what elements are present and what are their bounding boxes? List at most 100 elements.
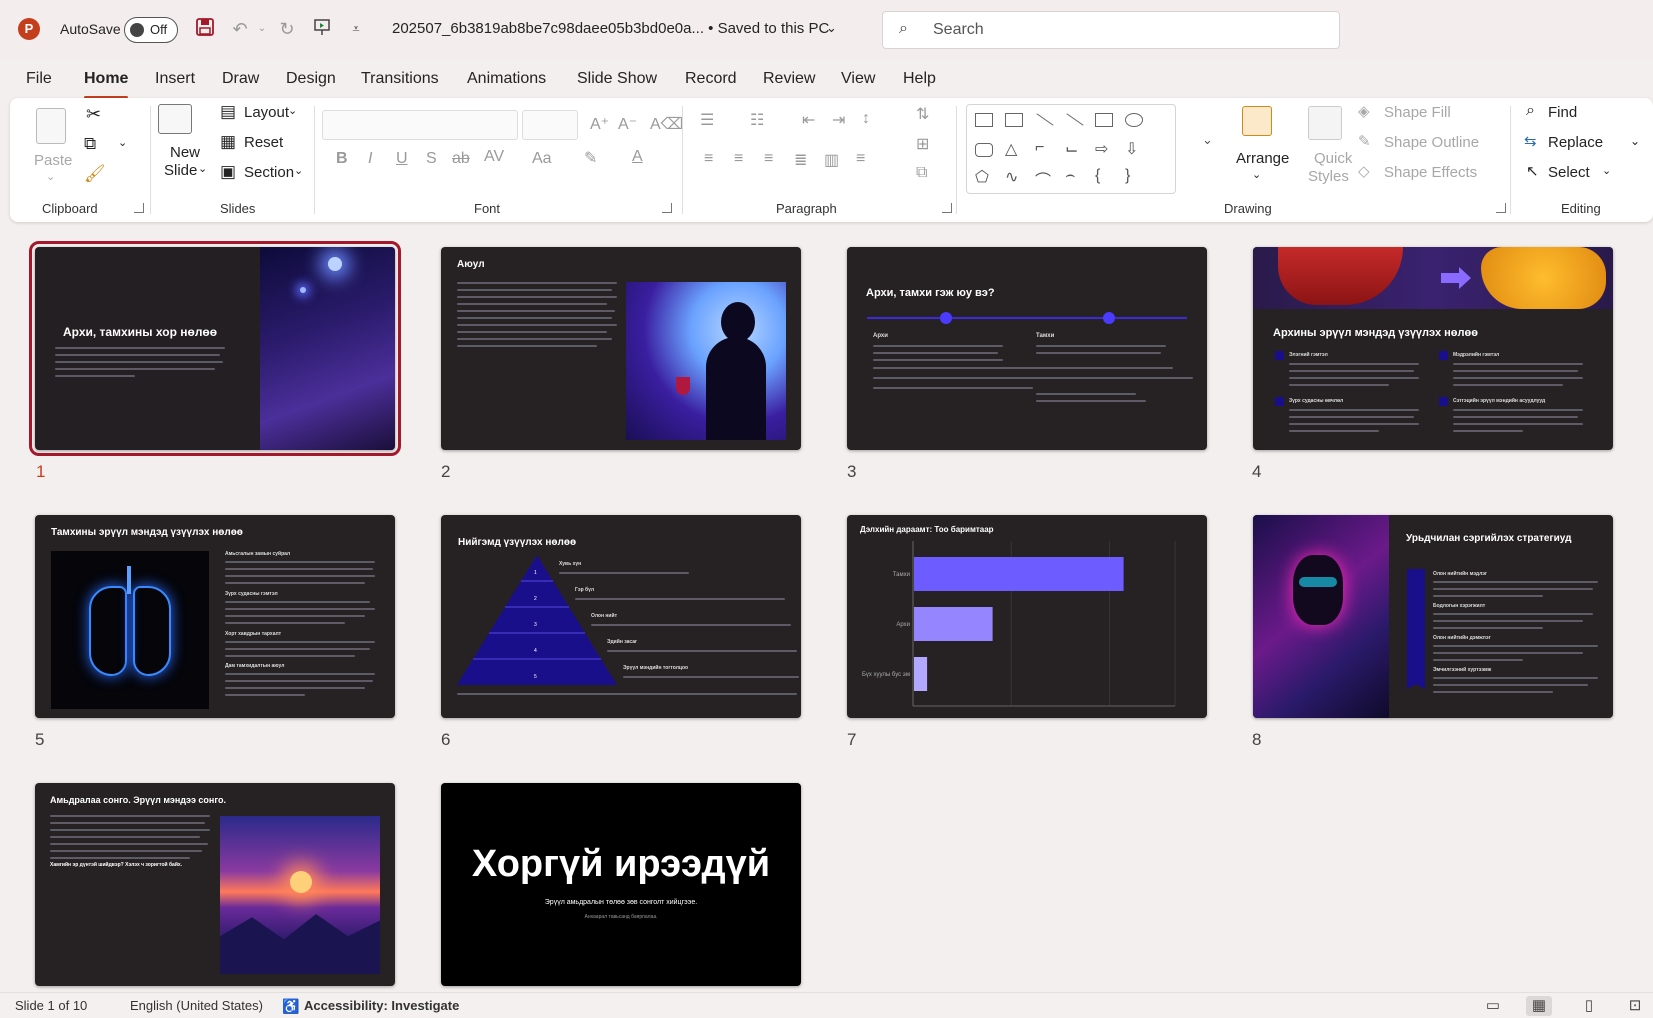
new-slide-icon[interactable] xyxy=(158,104,192,134)
italic-button[interactable]: I xyxy=(368,150,372,168)
tab-design[interactable]: Design xyxy=(286,70,336,88)
reset-button[interactable]: Reset xyxy=(244,134,283,151)
increase-indent-icon[interactable]: ⇥ xyxy=(832,110,845,130)
shape-effects-button[interactable]: Shape Effects xyxy=(1384,164,1477,181)
align-right-icon[interactable]: ≡ xyxy=(764,150,773,168)
slide-thumbnail-1[interactable]: Архи, тамхины хор нөлөө xyxy=(29,241,401,456)
tab-help[interactable]: Help xyxy=(903,70,936,88)
select-dropdown-icon[interactable]: ⌄ xyxy=(1602,164,1611,177)
section-dropdown-icon[interactable]: ⌄ xyxy=(294,164,303,177)
slide-thumbnail-9[interactable]: Амьдралаа сонго. Эрүүл мэндээ сонго. Хам… xyxy=(35,783,395,986)
clipboard-launcher-icon[interactable] xyxy=(134,203,144,213)
accessibility-icon[interactable]: ♿ xyxy=(282,998,299,1015)
new-slide-label-1[interactable]: New xyxy=(170,144,200,161)
undo-dropdown-icon[interactable]: ⌄ xyxy=(250,17,274,41)
select-button[interactable]: Select xyxy=(1548,164,1590,181)
text-direction-icon[interactable]: ⇅ xyxy=(916,104,929,124)
shapes-more-icon[interactable]: ⌄ xyxy=(1202,132,1213,148)
copy-icon[interactable]: ⧉ xyxy=(84,134,96,154)
new-slide-label-2[interactable]: Slide xyxy=(164,162,197,179)
search-bar[interactable]: ⌕ xyxy=(882,11,1340,49)
left-brace-shape-icon[interactable]: { xyxy=(1095,167,1100,185)
smartart-icon[interactable]: ⧉ xyxy=(916,164,927,182)
language-indicator[interactable]: English (United States) xyxy=(130,998,263,1013)
save-icon[interactable] xyxy=(193,17,217,41)
columns-icon[interactable]: ▥ xyxy=(824,150,839,170)
paragraph-launcher-icon[interactable] xyxy=(942,203,952,213)
tab-file[interactable]: File xyxy=(26,70,52,88)
slide-sorter-view-icon[interactable]: ▦ xyxy=(1526,996,1552,1016)
vertical-textbox-shape-icon[interactable] xyxy=(1005,113,1023,127)
redo-icon[interactable]: ↻ xyxy=(275,17,299,41)
tab-home[interactable]: Home xyxy=(84,70,129,99)
autosave-toggle[interactable]: Off xyxy=(124,17,178,43)
slide-thumbnail-4[interactable]: Архины эрүүл мэндэд үзүүлэх нөлөө Элэгни… xyxy=(1253,247,1613,450)
document-title[interactable]: 202507_6b3819ab8be7c98daee05b3bd0e0a... … xyxy=(392,20,829,37)
font-color-icon[interactable]: A xyxy=(632,148,643,166)
slide-thumbnail-7[interactable]: Дэлхийн дараамт: Тоо баримтаар Тамхи Архи… xyxy=(847,515,1207,718)
find-icon[interactable]: ⌕ xyxy=(1526,102,1535,120)
oval-shape-icon[interactable] xyxy=(1125,113,1143,127)
clear-formatting-icon[interactable]: A⌫ xyxy=(650,114,683,134)
right-arrow-shape-icon[interactable]: ⇨ xyxy=(1095,139,1108,159)
connector-shape-icon[interactable]: ⌐ xyxy=(1035,139,1044,157)
slide-thumbnail-8[interactable]: Урьдчилан сэргийлэх стратегиуд Олон нийт… xyxy=(1253,515,1613,718)
tab-insert[interactable]: Insert xyxy=(155,70,195,88)
shape-outline-button[interactable]: Shape Outline xyxy=(1384,134,1479,151)
quick-styles-label-2[interactable]: Styles xyxy=(1308,168,1349,185)
freeform-shape-icon[interactable]: ⬠ xyxy=(975,167,989,187)
shape-fill-icon[interactable]: ◈ xyxy=(1358,102,1370,120)
paste-dropdown-icon[interactable]: ⌄ xyxy=(46,170,55,183)
right-brace-shape-icon[interactable]: } xyxy=(1125,167,1130,185)
tab-transitions[interactable]: Transitions xyxy=(361,70,439,88)
line-spacing-icon[interactable]: ↕ xyxy=(862,110,870,128)
decrease-indent-icon[interactable]: ⇤ xyxy=(802,110,815,130)
slide-thumbnail-2[interactable]: Аюул xyxy=(441,247,801,450)
copy-dropdown-icon[interactable]: ⌄ xyxy=(118,136,127,149)
down-arrow-shape-icon[interactable]: ⇩ xyxy=(1125,139,1138,159)
section-icon[interactable]: ▣ xyxy=(220,162,236,182)
undo-icon[interactable]: ↶ xyxy=(228,17,252,41)
font-family-select[interactable] xyxy=(322,110,518,140)
shapes-gallery[interactable]: △ ⌐ ⌙ ⇨ ⇩ ⬠ ∿ ⌒ ⌢ { } xyxy=(966,104,1176,194)
arc-shape-icon[interactable]: ⌒ xyxy=(1035,167,1051,191)
search-input[interactable] xyxy=(933,18,1323,42)
accessibility-status[interactable]: Accessibility: Investigate xyxy=(304,998,459,1013)
ribbon-collapse-icon[interactable]: ⌄ xyxy=(1630,134,1640,148)
find-button[interactable]: Find xyxy=(1548,104,1577,121)
change-case-button[interactable]: Aa xyxy=(532,150,552,168)
tab-review[interactable]: Review xyxy=(763,70,815,88)
arrange-button[interactable]: Arrange xyxy=(1236,150,1289,167)
scribble-shape-icon[interactable]: ∿ xyxy=(1005,167,1018,187)
curve-shape-icon[interactable]: ⌢ xyxy=(1065,167,1076,185)
highlight-icon[interactable]: ✎ xyxy=(584,148,597,168)
paste-button[interactable]: Paste xyxy=(34,152,72,169)
arrow-line-shape-icon[interactable] xyxy=(1066,113,1084,126)
select-icon[interactable]: ↖ xyxy=(1526,162,1539,180)
section-button[interactable]: Section xyxy=(244,164,294,181)
font-launcher-icon[interactable] xyxy=(662,203,672,213)
arrange-dropdown-icon[interactable]: ⌄ xyxy=(1252,168,1261,181)
bullets-icon[interactable]: ☰ xyxy=(700,110,714,130)
strikethrough-button[interactable]: ab xyxy=(452,150,470,168)
normal-view-icon[interactable]: ▭ xyxy=(1480,996,1506,1016)
reading-view-icon[interactable]: ▯ xyxy=(1576,996,1602,1016)
arrange-icon[interactable] xyxy=(1242,106,1272,136)
bold-button[interactable]: B xyxy=(336,150,348,168)
align-center-icon[interactable]: ≡ xyxy=(734,150,743,168)
slide-show-view-icon[interactable]: ⊡ xyxy=(1622,996,1648,1016)
customize-toolbar-icon[interactable]: ⩡ xyxy=(344,17,368,41)
layout-button[interactable]: Layout xyxy=(244,104,289,121)
tab-record[interactable]: Record xyxy=(685,70,737,88)
slide-thumbnail-3[interactable]: Архи, тамхи гэж юу вэ? Архи Тамхи xyxy=(847,247,1207,450)
shape-effects-icon[interactable]: ◇ xyxy=(1358,162,1370,180)
elbow-connector-shape-icon[interactable]: ⌙ xyxy=(1065,139,1078,159)
shadow-button[interactable]: S xyxy=(426,150,437,168)
slide-thumbnail-6[interactable]: Нийгэмд үзүүлэх нөлөө 1 2 3 4 5 Хувь хүн… xyxy=(441,515,801,718)
slide-thumbnail-10[interactable]: Хоргүй ирээдүй Эрүүл амьдралын төлөө зөв… xyxy=(441,783,801,986)
align-text-icon[interactable]: ⊞ xyxy=(916,134,929,154)
format-painter-icon[interactable]: 🖌 xyxy=(84,164,106,184)
line-shape-icon[interactable] xyxy=(1036,113,1054,126)
new-slide-dropdown-icon[interactable]: ⌄ xyxy=(198,162,207,175)
grow-font-icon[interactable]: A⁺ xyxy=(590,114,609,134)
